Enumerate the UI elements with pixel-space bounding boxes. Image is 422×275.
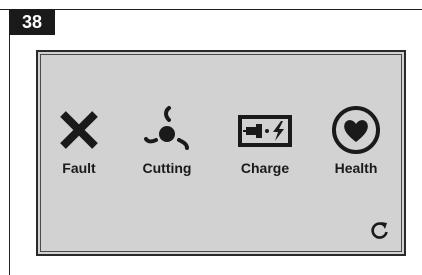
frame-top-rule [0, 9, 422, 10]
status-item-cutting: Cutting [132, 102, 202, 192]
x-cross-icon [60, 111, 98, 149]
status-label-charge: Charge [240, 160, 290, 176]
status-label-health: Health [334, 160, 378, 176]
frame-left-rule [9, 9, 10, 275]
cutting-blades-icon [144, 106, 189, 150]
status-display-panel: Fault Cutting Charge Health [36, 50, 406, 256]
status-label-fault: Fault [62, 160, 96, 176]
status-item-charge: Charge [230, 102, 300, 192]
status-item-fault: Fault [44, 102, 114, 192]
status-item-health: Health [321, 102, 391, 192]
battery-charge-icon [238, 115, 292, 147]
page-frame: 38 Fault Cutting Charge Health [0, 0, 422, 275]
step-number-badge: 38 [9, 9, 55, 35]
heart-icon [332, 106, 380, 154]
status-label-cutting: Cutting [142, 160, 192, 176]
refresh-icon[interactable] [370, 220, 390, 240]
